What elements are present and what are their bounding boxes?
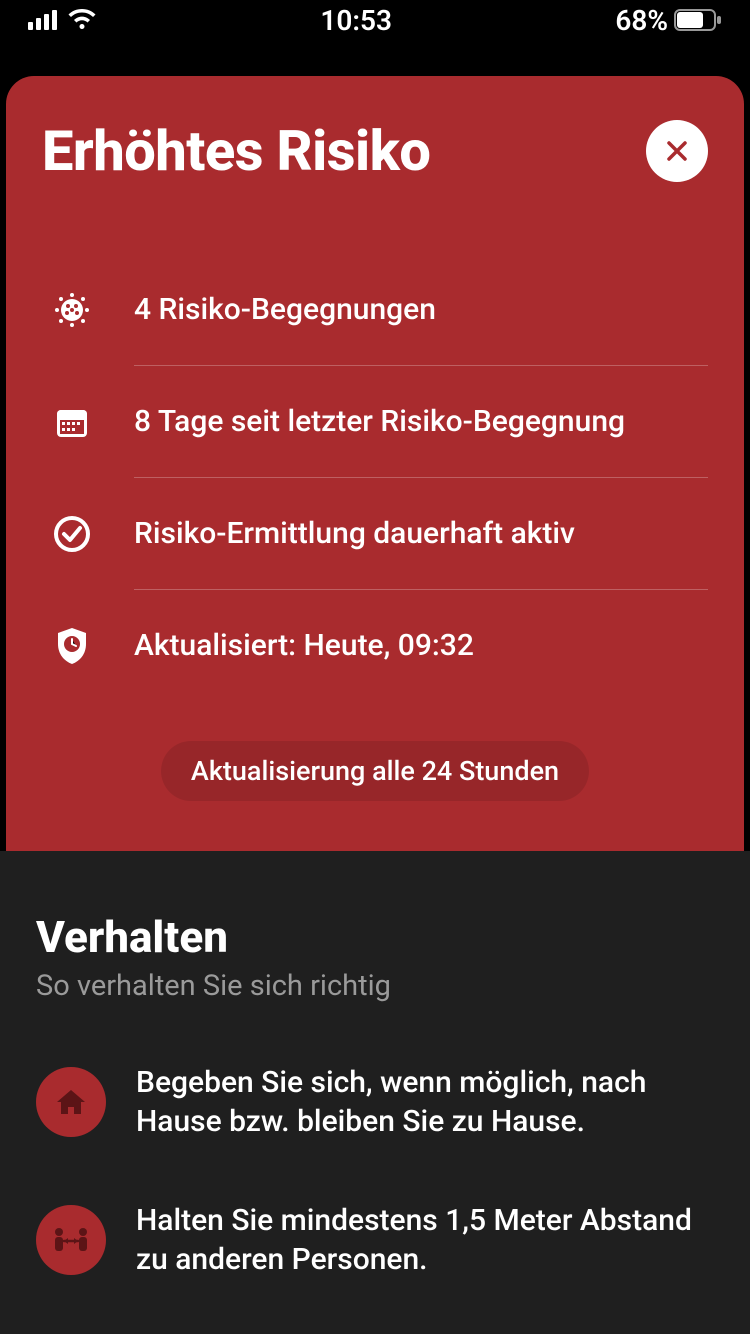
virus-icon (50, 288, 94, 332)
detection-text: Risiko-Ermittlung dauerhaft aktiv (134, 506, 708, 561)
status-right: 68% (615, 4, 722, 37)
tip-row-home: Begeben Sie sich, wenn möglich, nach Hau… (36, 1063, 714, 1141)
signal-icon (28, 10, 57, 30)
status-time: 10:53 (320, 4, 392, 37)
tip-row-distance: Halten Sie mindestens 1,5 Meter Abstand … (36, 1201, 714, 1279)
encounters-text: 4 Risiko-Begegnungen (134, 282, 708, 337)
info-row-detection: Risiko-Ermittlung dauerhaft aktiv (50, 478, 708, 589)
close-button[interactable] (646, 120, 708, 182)
check-circle-icon (50, 512, 94, 556)
days-since-text: 8 Tage seit letzter Risiko-Begegnung (134, 394, 708, 449)
info-row-encounters: 4 Risiko-Begegnungen (50, 254, 708, 365)
info-row-days-since: 8 Tage seit letzter Risiko-Begegnung (50, 366, 708, 477)
update-frequency-pill: Aktualisierung alle 24 Stunden (161, 741, 589, 801)
battery-percent: 68% (615, 4, 668, 37)
tip-text-distance: Halten Sie mindestens 1,5 Meter Abstand … (136, 1201, 714, 1279)
calendar-icon (50, 400, 94, 444)
risk-info-list: 4 Risiko-Begegnungen 8 Tage seit letzter… (42, 254, 708, 701)
behavior-tips: Begeben Sie sich, wenn möglich, nach Hau… (36, 1063, 714, 1279)
close-icon (664, 138, 690, 164)
behavior-section: Verhalten So verhalten Sie sich richtig … (0, 851, 750, 1334)
status-bar: 10:53 68% (0, 0, 750, 40)
risk-card-header: Erhöhtes Risiko (42, 118, 708, 184)
risk-card: Erhöhtes Risiko (6, 76, 744, 851)
page-title: Erhöhtes Risiko (42, 118, 430, 184)
shield-clock-icon (50, 624, 94, 668)
info-row-updated: Aktualisiert: Heute, 09:32 (50, 590, 708, 701)
status-left (28, 9, 97, 31)
behavior-subtitle: So verhalten Sie sich richtig (36, 969, 714, 1003)
behavior-title: Verhalten (36, 911, 714, 963)
wifi-icon (67, 9, 97, 31)
home-icon (36, 1067, 106, 1137)
battery-icon (674, 9, 722, 31)
updated-text: Aktualisiert: Heute, 09:32 (134, 618, 708, 673)
distance-icon (36, 1205, 106, 1275)
tip-text-home: Begeben Sie sich, wenn möglich, nach Hau… (136, 1063, 714, 1141)
